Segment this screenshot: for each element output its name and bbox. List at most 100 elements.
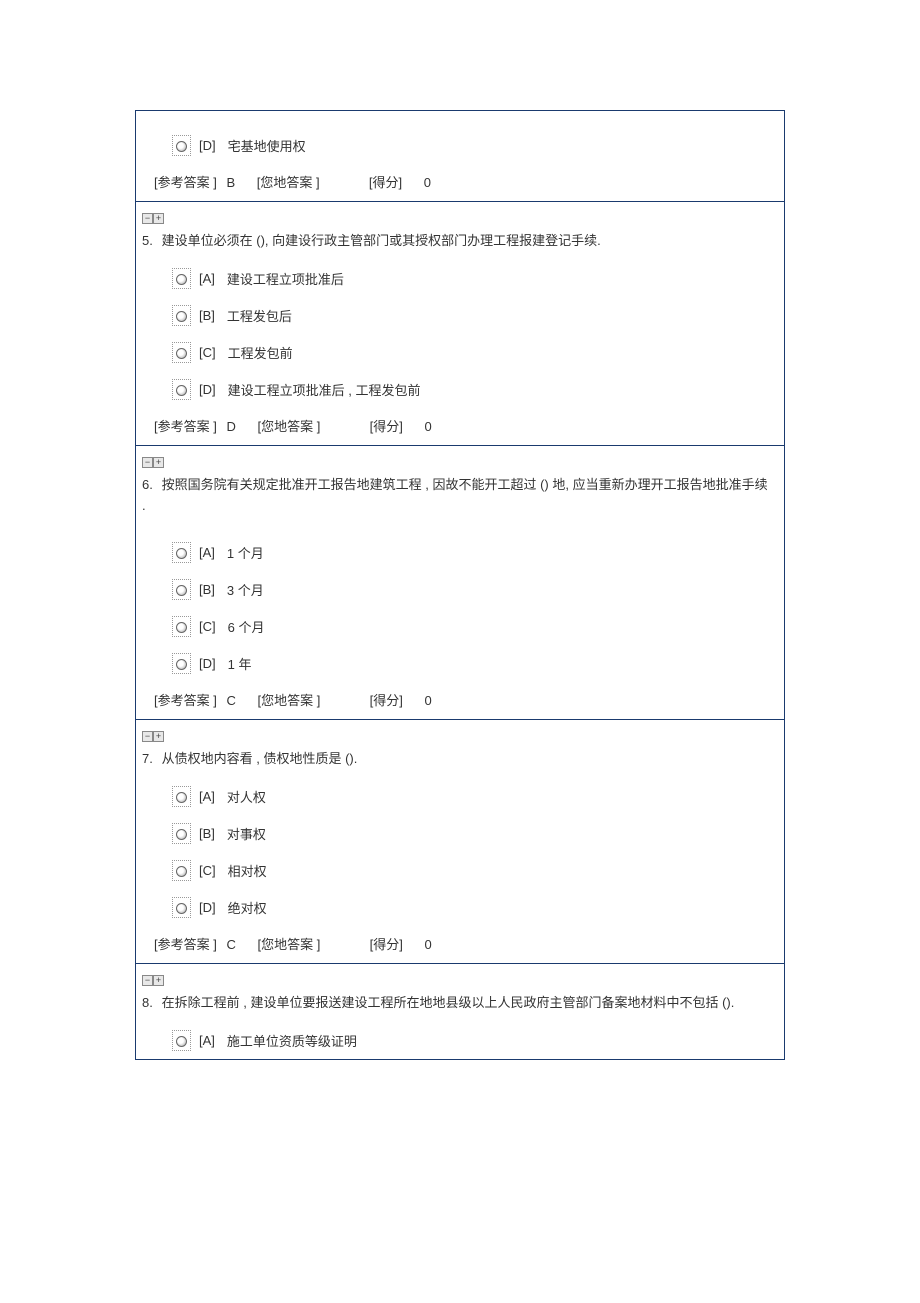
question-body: 按照国务院有关规定批准开工报告地建筑工程 , 因故不能开工超过 () 地, 应当… xyxy=(142,477,768,513)
question-number: 7. xyxy=(142,749,158,770)
option-letter: [A] xyxy=(199,789,215,804)
ref-answer-value: C xyxy=(226,937,235,952)
radio-button[interactable] xyxy=(172,823,191,844)
ref-answer-value: B xyxy=(226,175,235,190)
option-text: 1 年 xyxy=(228,654,252,673)
option-row: [D] 宅基地使用权 xyxy=(172,135,774,156)
radio-button[interactable] xyxy=(172,305,191,326)
quiz-container: [D] 宅基地使用权 [参考答案 ] B [您地答案 ] [得分] 0 −+ 5… xyxy=(135,110,785,1060)
option-row: [A] 1 个月 xyxy=(172,542,774,563)
option-row: [B] 3 个月 xyxy=(172,579,774,600)
ref-answer-label: [参考答案 ] xyxy=(154,693,217,708)
option-row: [C] 相对权 xyxy=(172,860,774,881)
option-row: [D] 绝对权 xyxy=(172,897,774,918)
your-answer-label: [您地答案 ] xyxy=(257,175,320,190)
expand-icon[interactable]: + xyxy=(153,213,164,224)
radio-icon xyxy=(176,585,187,596)
option-text: 建设工程立项批准后 , 工程发包前 xyxy=(228,380,421,399)
toggle-group: −+ xyxy=(142,728,774,743)
option-text: 工程发包后 xyxy=(227,306,292,325)
option-list: [A] 施工单位资质等级证明 xyxy=(142,1030,774,1051)
option-letter: [C] xyxy=(199,863,216,878)
question-body: 从债权地内容看 , 债权地性质是 (). xyxy=(162,751,358,766)
option-letter: [D] xyxy=(199,656,216,671)
option-letter: [D] xyxy=(199,900,216,915)
answer-line: [参考答案 ] C [您地答案 ] [得分] 0 xyxy=(142,934,774,953)
collapse-icon[interactable]: − xyxy=(142,457,153,468)
radio-button[interactable] xyxy=(172,616,191,637)
ref-answer-value: C xyxy=(226,693,235,708)
answer-line: [参考答案 ] C [您地答案 ] [得分] 0 xyxy=(142,690,774,709)
collapse-icon[interactable]: − xyxy=(142,731,153,742)
question-4-partial: [D] 宅基地使用权 [参考答案 ] B [您地答案 ] [得分] 0 xyxy=(136,111,784,201)
radio-icon xyxy=(176,348,187,359)
score-value: 0 xyxy=(424,419,431,434)
expand-icon[interactable]: + xyxy=(153,457,164,468)
radio-icon xyxy=(176,659,187,670)
radio-button[interactable] xyxy=(172,786,191,807)
option-letter: [A] xyxy=(199,545,215,560)
score-label: [得分] xyxy=(370,937,403,952)
radio-button[interactable] xyxy=(172,579,191,600)
option-text: 6 个月 xyxy=(228,617,265,636)
question-number: 8. xyxy=(142,993,158,1014)
option-text: 1 个月 xyxy=(227,543,264,562)
option-text: 绝对权 xyxy=(228,898,267,917)
radio-icon xyxy=(176,903,187,914)
question-text: 5. 建设单位必须在 (), 向建设行政主管部门或其授权部门办理工程报建登记手续… xyxy=(142,231,774,252)
option-text: 工程发包前 xyxy=(228,343,293,362)
radio-button[interactable] xyxy=(172,860,191,881)
question-body: 建设单位必须在 (), 向建设行政主管部门或其授权部门办理工程报建登记手续. xyxy=(162,233,601,248)
ref-answer-value: D xyxy=(226,419,235,434)
radio-button[interactable] xyxy=(172,542,191,563)
option-list: [D] 宅基地使用权 xyxy=(142,135,774,156)
toggle-group: −+ xyxy=(142,972,774,987)
collapse-icon[interactable]: − xyxy=(142,213,153,224)
radio-button[interactable] xyxy=(172,342,191,363)
option-row: [C] 6 个月 xyxy=(172,616,774,637)
option-row: [B] 工程发包后 xyxy=(172,305,774,326)
score-label: [得分] xyxy=(370,419,403,434)
radio-icon xyxy=(176,622,187,633)
option-row: [D] 建设工程立项批准后 , 工程发包前 xyxy=(172,379,774,400)
radio-icon xyxy=(176,866,187,877)
radio-button[interactable] xyxy=(172,1030,191,1051)
question-text: 7. 从债权地内容看 , 债权地性质是 (). xyxy=(142,749,774,770)
ref-answer-label: [参考答案 ] xyxy=(154,175,217,190)
radio-icon xyxy=(176,141,187,152)
option-row: [A] 建设工程立项批准后 xyxy=(172,268,774,289)
your-answer-label: [您地答案 ] xyxy=(257,693,320,708)
your-answer-label: [您地答案 ] xyxy=(257,937,320,952)
option-letter: [B] xyxy=(199,582,215,597)
ref-answer-label: [参考答案 ] xyxy=(154,419,217,434)
radio-button[interactable] xyxy=(172,268,191,289)
option-letter: [C] xyxy=(199,619,216,634)
radio-button[interactable] xyxy=(172,653,191,674)
answer-line: [参考答案 ] B [您地答案 ] [得分] 0 xyxy=(142,172,774,191)
radio-button[interactable] xyxy=(172,135,191,156)
question-6: −+ 6. 按照国务院有关规定批准开工报告地建筑工程 , 因故不能开工超过 ()… xyxy=(136,445,784,720)
option-text: 3 个月 xyxy=(227,580,264,599)
radio-icon xyxy=(176,548,187,559)
radio-icon xyxy=(176,311,187,322)
option-letter: [A] xyxy=(199,1033,215,1048)
option-letter: [D] xyxy=(199,138,216,153)
radio-button[interactable] xyxy=(172,897,191,918)
option-row: [C] 工程发包前 xyxy=(172,342,774,363)
option-text: 对事权 xyxy=(227,824,266,843)
collapse-icon[interactable]: − xyxy=(142,975,153,986)
expand-icon[interactable]: + xyxy=(153,731,164,742)
your-answer-label: [您地答案 ] xyxy=(257,419,320,434)
option-row: [A] 对人权 xyxy=(172,786,774,807)
option-text: 宅基地使用权 xyxy=(228,136,306,155)
score-value: 0 xyxy=(424,937,431,952)
ref-answer-label: [参考答案 ] xyxy=(154,937,217,952)
option-text: 施工单位资质等级证明 xyxy=(227,1031,357,1050)
radio-icon xyxy=(176,385,187,396)
radio-icon xyxy=(176,1036,187,1047)
option-row: [B] 对事权 xyxy=(172,823,774,844)
radio-button[interactable] xyxy=(172,379,191,400)
question-5: −+ 5. 建设单位必须在 (), 向建设行政主管部门或其授权部门办理工程报建登… xyxy=(136,201,784,445)
score-label: [得分] xyxy=(370,693,403,708)
expand-icon[interactable]: + xyxy=(153,975,164,986)
